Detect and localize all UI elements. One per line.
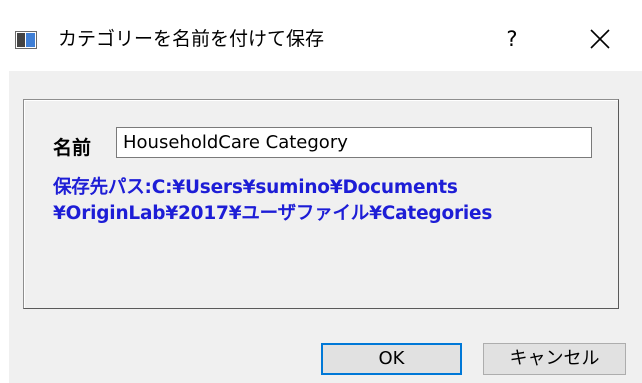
close-button[interactable] [580,22,620,56]
name-label: 名前 [53,137,92,159]
group-box: 名前 保存先パス:C:¥Users¥sumino¥Documents ¥Orig… [23,99,619,309]
app-window-icon [15,31,37,49]
cancel-button[interactable]: キャンセル [483,343,626,375]
close-icon [590,29,610,49]
save-path-text: 保存先パス:C:¥Users¥sumino¥Documents ¥OriginL… [53,175,613,227]
dialog-body: 名前 保存先パス:C:¥Users¥sumino¥Documents ¥Orig… [9,71,642,383]
ok-button[interactable]: OK [321,343,462,375]
save-path-line-1: 保存先パス:C:¥Users¥sumino¥Documents [53,177,458,198]
name-input[interactable] [116,127,592,158]
help-button[interactable]: ? [494,22,530,56]
save-path-line-2: ¥OriginLab¥2017¥ユーザファイル¥Categories [53,203,493,224]
title-bar: カテゴリーを名前を付けて保存 ? [0,0,642,71]
window-title: カテゴリーを名前を付けて保存 [58,28,325,50]
